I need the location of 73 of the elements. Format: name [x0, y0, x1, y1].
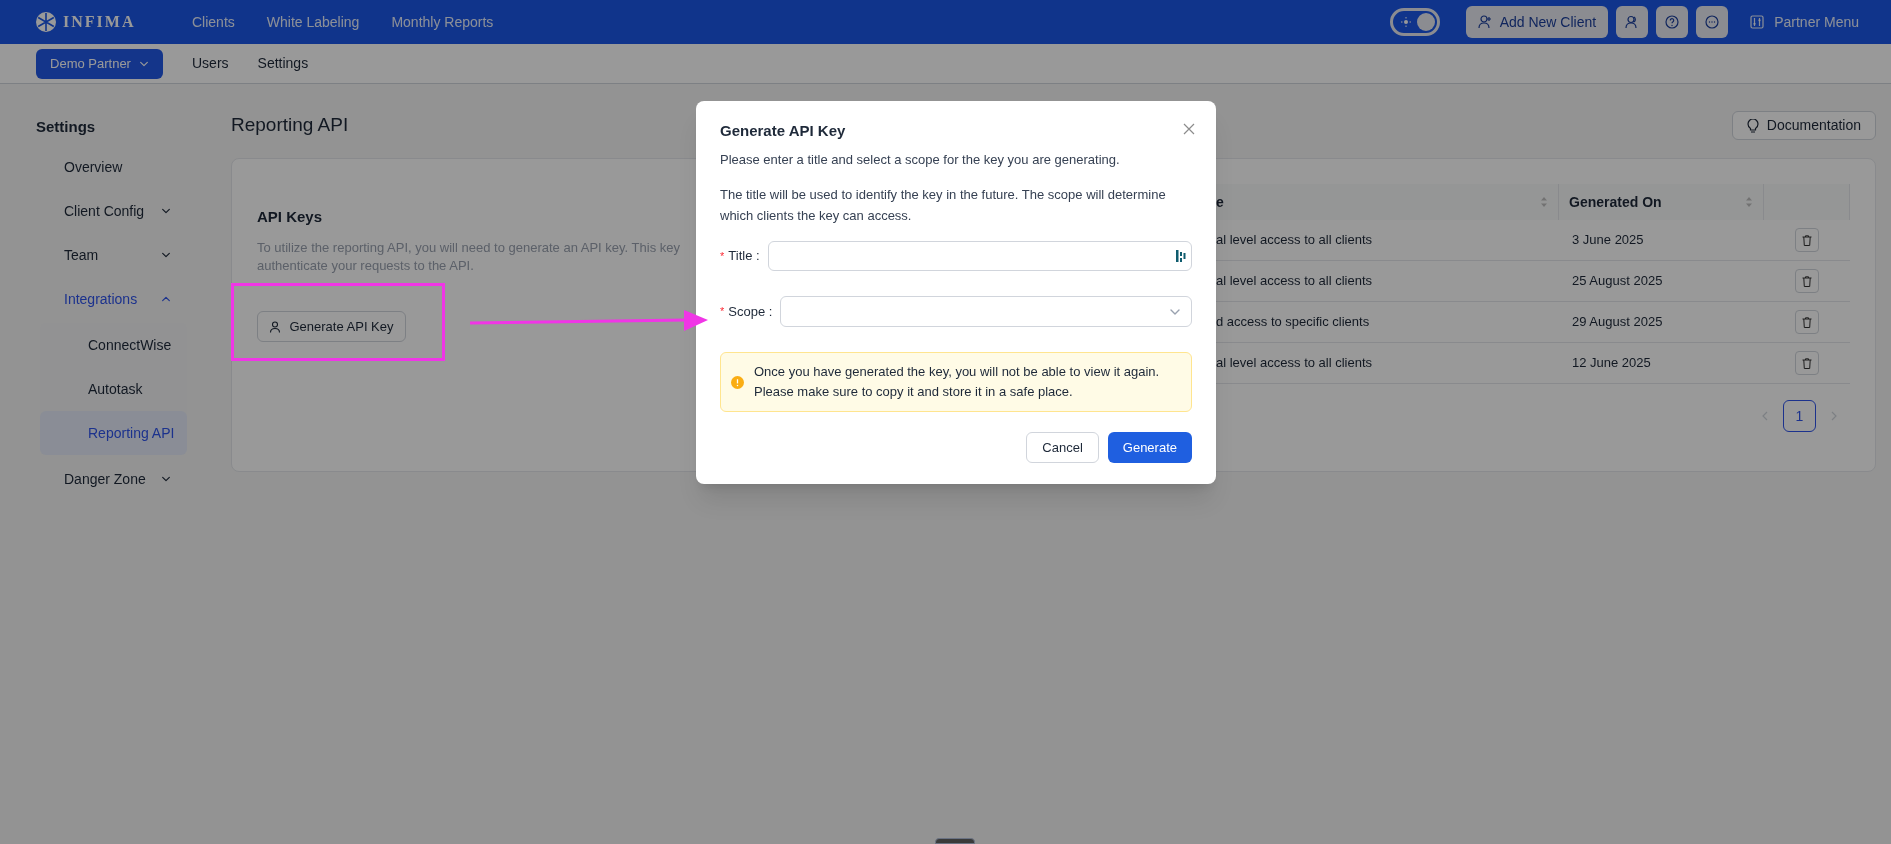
bars-icon: [1176, 250, 1186, 262]
generate-key-button[interactable]: Generate API Key: [257, 311, 406, 342]
sidebar-item[interactable]: Client Config: [40, 189, 187, 233]
trash-icon: [1802, 275, 1812, 287]
nav-link[interactable]: White Labeling: [266, 11, 360, 33]
help-icon: [1665, 15, 1680, 29]
theme-toggle[interactable]: [1389, 8, 1440, 36]
icon-button[interactable]: [1696, 6, 1729, 38]
partner-menu-button[interactable]: Partner Menu: [1750, 11, 1859, 33]
required-mark: *: [720, 304, 725, 320]
sidebar-item[interactable]: Team: [40, 233, 187, 277]
chat-icon: [1705, 15, 1720, 29]
table-cell-text: 12 June 2025: [1572, 354, 1651, 373]
column-header: e: [1216, 192, 1224, 212]
description-text: authenticate your requests to the API.: [257, 257, 474, 275]
table-cell-text: 29 August 2025: [1572, 313, 1663, 332]
lightbulb-icon: [1746, 118, 1759, 133]
user-icon: [269, 320, 282, 333]
trash-icon: [1802, 234, 1812, 246]
sort-icon: [1540, 196, 1548, 208]
title-input[interactable]: [767, 241, 1192, 271]
snowflake-icon: [35, 11, 57, 33]
delete-button[interactable]: [1795, 269, 1819, 293]
sort-icon: [1745, 196, 1753, 208]
generate-button[interactable]: Generate: [1107, 432, 1192, 463]
section-heading: API Keys: [257, 207, 323, 227]
handle-bar: [935, 838, 975, 844]
page-button[interactable]: 1: [1783, 400, 1816, 432]
sidebar-title: Settings: [35, 117, 97, 137]
table-cell-text: al level access to all clients: [1216, 354, 1373, 373]
trash-icon: [1802, 357, 1812, 369]
sliders-icon: [1750, 15, 1765, 29]
table-cell-text: 25 August 2025: [1572, 272, 1663, 291]
table-cell-text: al level access to all clients: [1216, 272, 1373, 291]
sidebar-subitem[interactable]: Autotask: [40, 367, 187, 411]
table-cell-text: 3 June 2025: [1572, 231, 1644, 250]
warning-text: Once you have generated the key, you will not be able to view it again. Please make sure to copy it and store it in a safe place.: [754, 363, 1161, 401]
dialog-text: Please enter a title and select a scope for the key you are generating.: [720, 151, 1121, 169]
warning-icon: [731, 375, 744, 389]
table-cell-text: d access to specific clients: [1216, 313, 1370, 332]
add-user-icon: [1477, 15, 1492, 29]
table-cell-text: al level access to all clients: [1216, 231, 1373, 250]
sun-icon: [1400, 17, 1411, 27]
sidebar-subitem[interactable]: Reporting API: [40, 411, 187, 455]
required-mark: *: [720, 248, 725, 264]
nav-link[interactable]: Clients: [192, 11, 235, 33]
documentation-button[interactable]: Documentation: [1731, 111, 1876, 140]
field-label: Title :: [728, 247, 760, 266]
add-client-button[interactable]: Add New Client: [1465, 6, 1609, 38]
trash-icon: [1802, 316, 1812, 328]
delete-button[interactable]: [1795, 351, 1819, 375]
logo-text: INFIMA: [63, 12, 136, 32]
partner-dropdown[interactable]: Demo Partner: [36, 48, 163, 79]
close-icon[interactable]: [1183, 123, 1195, 135]
sidebar-item[interactable]: Integrations: [40, 277, 187, 321]
dialog-text: The title will be used to identify the key in the future. The scope will determine which clients the key can access.: [720, 186, 1167, 225]
nav-link[interactable]: Monthly Reports: [391, 11, 494, 33]
sidebar-item[interactable]: Overview: [40, 145, 187, 189]
page-title: Reporting API: [231, 113, 349, 138]
sub-nav-link[interactable]: Settings: [257, 53, 309, 74]
sidebar-item[interactable]: Danger Zone: [40, 457, 187, 501]
description-text: To utilize the reporting API, you will need to generate an API key. This key: [257, 239, 680, 257]
sub-nav-link[interactable]: Users: [192, 53, 229, 74]
dialog-title: Generate API Key: [720, 121, 846, 141]
users-icon: [1625, 15, 1640, 29]
delete-button[interactable]: [1795, 228, 1819, 252]
icon-button[interactable]: [1656, 6, 1689, 38]
sidebar-subitem[interactable]: ConnectWise: [40, 323, 187, 367]
field-label: Scope :: [728, 302, 773, 321]
column-header: Generated On: [1569, 192, 1662, 212]
delete-button[interactable]: [1795, 310, 1819, 334]
cancel-button[interactable]: Cancel: [1026, 432, 1099, 463]
icon-button[interactable]: [1616, 6, 1649, 38]
